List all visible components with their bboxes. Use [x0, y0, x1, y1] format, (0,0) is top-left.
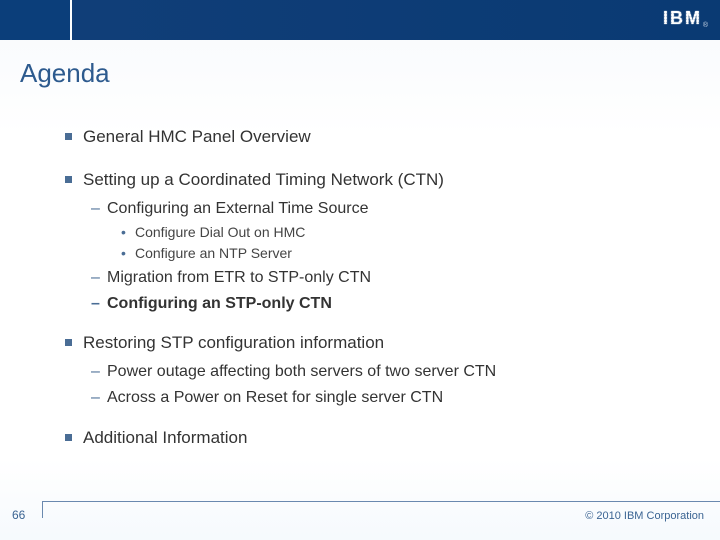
agenda-item-3: Restoring STP configuration information	[65, 332, 690, 355]
top-bar: IBM ®	[0, 0, 720, 40]
agenda-item-4: Additional Information	[65, 427, 690, 450]
footer-divider	[42, 501, 720, 502]
page-title: Agenda	[20, 58, 110, 89]
footer-tick	[42, 502, 43, 518]
agenda-item-2c: Configuring an STP-only CTN	[91, 293, 690, 315]
agenda-item-2a: Configuring an External Time Source	[91, 198, 690, 220]
agenda-item-3b: Across a Power on Reset for single serve…	[91, 387, 690, 409]
agenda-item-1: General HMC Panel Overview	[65, 126, 690, 149]
agenda-item-2a1: Configure Dial Out on HMC	[121, 223, 690, 242]
registered-mark: ®	[703, 22, 708, 29]
ibm-logo: IBM	[663, 8, 702, 29]
agenda-content: General HMC Panel Overview Setting up a …	[65, 120, 690, 456]
agenda-item-3a: Power outage affecting both servers of t…	[91, 361, 690, 383]
page-number: 66	[12, 508, 25, 522]
agenda-item-2: Setting up a Coordinated Timing Network …	[65, 169, 690, 192]
agenda-item-2b: Migration from ETR to STP-only CTN	[91, 267, 690, 289]
copyright: © 2010 IBM Corporation	[585, 510, 704, 522]
agenda-item-2a2: Configure an NTP Server	[121, 244, 690, 263]
slide: IBM ® Agenda General HMC Panel Overview …	[0, 0, 720, 540]
